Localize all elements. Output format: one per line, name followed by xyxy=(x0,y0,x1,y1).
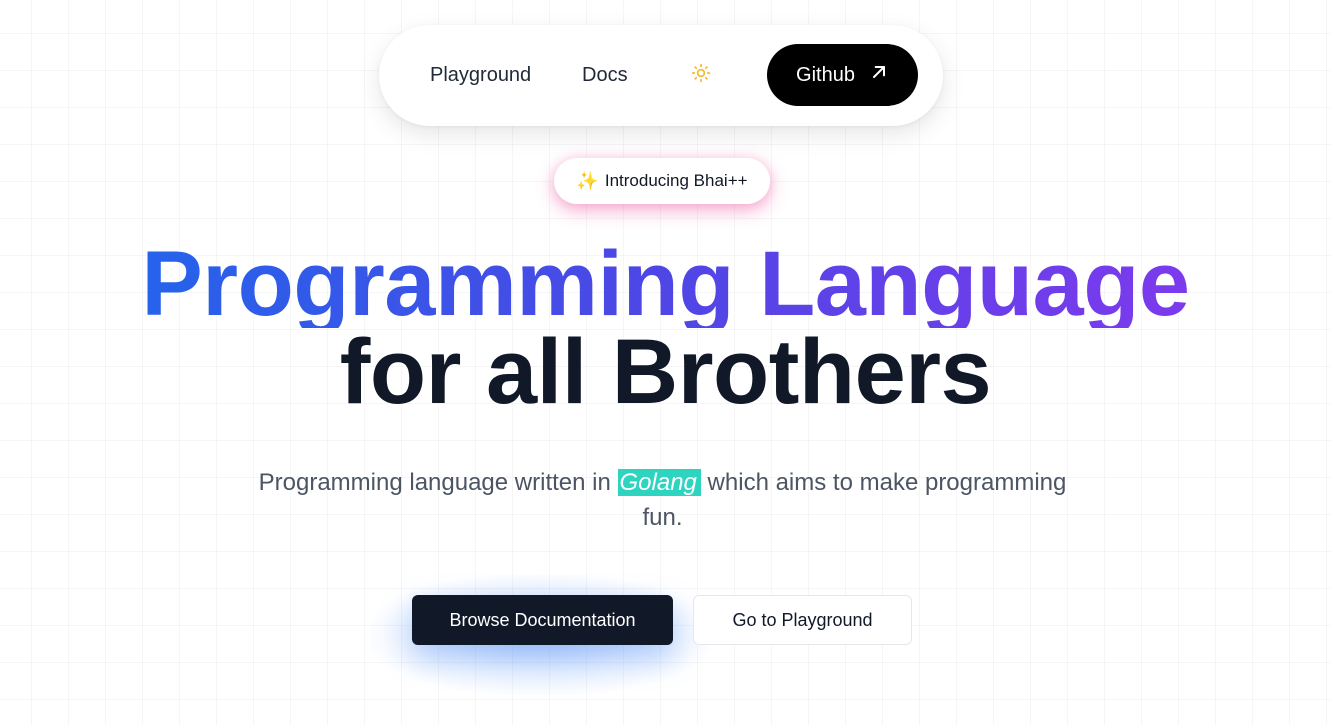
landing-page: Playground Docs Github ✨ Introducing Bha… xyxy=(0,0,1331,725)
github-button-label: Github xyxy=(796,63,855,86)
hero-headline-line2: for all Brothers xyxy=(339,321,992,423)
hero-headline-line1: Programming Language xyxy=(141,233,1190,335)
hero-subtitle-after: which aims to make programming fun. xyxy=(642,469,1067,531)
top-navbar: Playground Docs Github xyxy=(379,25,943,126)
hero-subtitle-highlight: Golang xyxy=(617,469,701,496)
arrow-up-right-icon xyxy=(869,62,889,88)
announcement-badge-label: Introducing Bhai++ xyxy=(604,171,748,190)
nav-link-docs[interactable]: Docs xyxy=(582,64,628,86)
browse-documentation-button[interactable]: Browse Documentation xyxy=(412,595,673,645)
nav-link-playground[interactable]: Playground xyxy=(430,64,531,86)
hero-subtitle: Programming language written in Golang w… xyxy=(240,465,1085,535)
hero-subtitle-before: Programming language written in xyxy=(258,469,618,496)
sparkles-icon: ✨ xyxy=(576,170,599,191)
hero-headline: Programming Language for all Brothers xyxy=(0,233,1331,423)
github-button[interactable]: Github xyxy=(767,44,918,106)
sun-icon xyxy=(691,63,711,88)
announcement-badge[interactable]: ✨ Introducing Bhai++ xyxy=(554,158,770,204)
go-to-playground-button[interactable]: Go to Playground xyxy=(693,595,912,645)
theme-toggle-button[interactable] xyxy=(688,62,714,88)
